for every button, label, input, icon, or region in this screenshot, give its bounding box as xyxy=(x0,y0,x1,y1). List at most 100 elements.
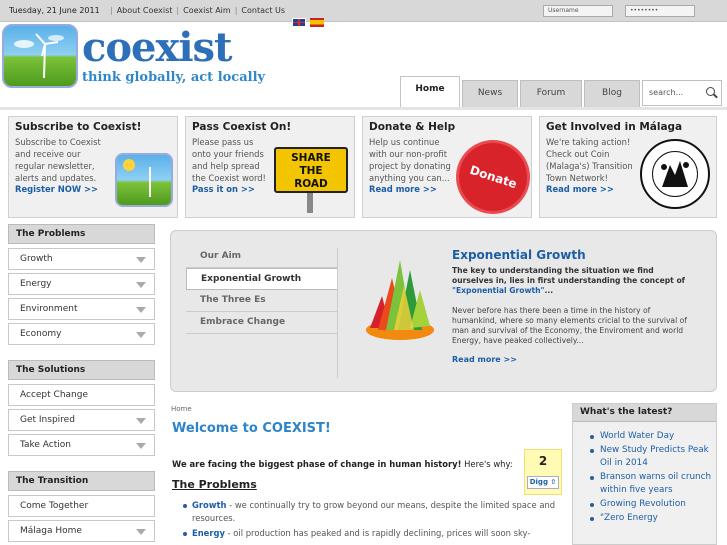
intro-rest: Here's why: xyxy=(461,459,513,469)
contact-link[interactable]: Contact Us xyxy=(241,6,285,15)
sidebar-item-label: Environment xyxy=(20,304,78,314)
sidebar-item-label: Accept Change xyxy=(20,390,88,400)
slider-tab-exponential-growth[interactable]: Exponential Growth xyxy=(186,268,338,290)
slider-tab-our-aim[interactable]: Our Aim xyxy=(186,246,338,268)
slider-tab-embrace-change[interactable]: Embrace Change xyxy=(186,312,338,334)
sidebar-item-growth[interactable]: Growth xyxy=(8,248,155,270)
top-links: | About Coexist | Coexist Aim | Contact Us xyxy=(110,6,286,15)
donate-badge-icon[interactable]: Donate xyxy=(459,143,527,211)
chevron-down-icon xyxy=(136,529,146,535)
slider-lead-ellipsis: ... xyxy=(544,286,554,295)
slider-lead: The key to understanding the situation w… xyxy=(452,266,694,296)
transition-town-seal-icon xyxy=(640,139,710,209)
chevron-down-icon xyxy=(136,282,146,288)
search-placeholder: search... xyxy=(649,88,684,97)
language-flags xyxy=(292,18,328,28)
promo-title: Pass Coexist On! xyxy=(192,121,292,133)
intro-text: We are facing the biggest phase of chang… xyxy=(172,459,513,469)
logo-wordmark[interactable]: coexist xyxy=(82,26,233,70)
search-input[interactable]: search... xyxy=(642,80,722,106)
english-flag-icon[interactable] xyxy=(292,18,306,27)
slider-body: Never before has there been a time in th… xyxy=(452,306,687,345)
problem-text: - oil production has peaked and is rapid… xyxy=(224,528,531,538)
username-input[interactable]: Username xyxy=(543,5,613,17)
sidebar-item-get-inspired[interactable]: Get Inspired xyxy=(8,409,155,431)
donate-read-more-link[interactable]: Read more >> xyxy=(369,184,437,194)
sidebar-item-label: Growth xyxy=(20,254,53,264)
sidebar-heading-problems: The Problems xyxy=(8,224,155,244)
spanish-flag-icon[interactable] xyxy=(310,18,324,27)
tagline: think globally, act locally xyxy=(82,70,266,85)
list-item: Energy - oil production has peaked and i… xyxy=(183,527,556,540)
chevron-down-icon xyxy=(136,443,146,449)
slider-title: Exponential Growth xyxy=(452,248,586,262)
pass-it-on-link[interactable]: Pass it on >> xyxy=(192,184,255,194)
about-link[interactable]: About Coexist xyxy=(117,6,173,15)
news-link[interactable]: New Study Predicts Peak Oil in 2014 xyxy=(590,444,716,470)
sidebar: The Problems Growth Energy Environment E… xyxy=(8,224,155,542)
sidebar-heading-solutions: The Solutions xyxy=(8,360,155,380)
digg-widget: 2 Digg ⇧ xyxy=(524,449,562,495)
promo-subscribe: Subscribe to Coexist! Subscribe to Coexi… xyxy=(8,116,178,218)
donate-badge-label: Donate xyxy=(467,162,519,192)
news-link[interactable]: Growing Revolution xyxy=(590,498,716,511)
sign-line: THE xyxy=(299,165,323,177)
promo-get-involved: Get Involved in Málaga We're taking acti… xyxy=(539,116,717,218)
slider-read-more-link[interactable]: Read more >> xyxy=(452,355,517,364)
logo-icon[interactable] xyxy=(2,24,78,88)
aim-link[interactable]: Coexist Aim xyxy=(183,6,231,15)
tab-blog[interactable]: Blog xyxy=(584,80,640,108)
problem-term-link[interactable]: Growth xyxy=(192,500,226,510)
current-date: Tuesday, 21 June 2011 xyxy=(9,6,100,15)
sign-line: SHARE xyxy=(291,152,331,164)
latest-news-panel: What's the latest? World Water Day New S… xyxy=(572,403,717,545)
slider-tab-three-es[interactable]: The Three Es xyxy=(186,290,338,312)
promo-title: Get Involved in Málaga xyxy=(546,121,683,133)
sidebar-item-malaga-home[interactable]: Málaga Home xyxy=(8,520,155,542)
promo-title: Donate & Help xyxy=(369,121,456,133)
share-road-sign-icon: SHARE THE ROAD xyxy=(274,147,348,193)
sidebar-item-come-together[interactable]: Come Together xyxy=(8,495,155,517)
problem-term-link[interactable]: Energy xyxy=(192,528,225,538)
sidebar-item-economy[interactable]: Economy xyxy=(8,323,155,345)
chevron-down-icon xyxy=(136,332,146,338)
header-divider xyxy=(0,107,727,110)
news-link[interactable]: World Water Day xyxy=(590,430,716,443)
exponential-growth-graphic-icon xyxy=(366,260,434,340)
coexist-badge-icon xyxy=(115,153,173,207)
promo-text: We're taking action! Check out Coin (Mal… xyxy=(546,137,633,183)
promo-title: Subscribe to Coexist! xyxy=(15,121,142,133)
chevron-down-icon xyxy=(136,307,146,313)
digg-label: Digg xyxy=(529,478,548,486)
tab-home[interactable]: Home xyxy=(400,76,460,110)
sidebar-item-label: Economy xyxy=(20,329,62,339)
exponential-growth-link[interactable]: "Exponential Growth" xyxy=(452,286,544,295)
news-link[interactable]: Branson warns oil crunch within five yea… xyxy=(590,471,716,497)
problems-list: Growth - we continually try to grow beyo… xyxy=(183,499,556,542)
promo-text: Help us continue with our non-profit pro… xyxy=(369,137,451,183)
sidebar-item-accept-change[interactable]: Accept Change xyxy=(8,384,155,406)
password-input[interactable]: •••••••• xyxy=(625,5,695,17)
sidebar-item-label: Get Inspired xyxy=(20,415,75,425)
digg-button[interactable]: Digg ⇧ xyxy=(527,476,559,489)
slider-lead-text: The key to understanding the situation w… xyxy=(452,266,685,285)
promo-donate: Donate & Help Help us continue with our … xyxy=(362,116,532,218)
tab-news[interactable]: News xyxy=(462,80,518,108)
page-title: Welcome to COEXIST! xyxy=(172,421,331,436)
sidebar-item-take-action[interactable]: Take Action xyxy=(8,434,155,456)
digg-count: 2 xyxy=(538,454,548,468)
involved-read-more-link[interactable]: Read more >> xyxy=(546,184,614,194)
register-link[interactable]: Register NOW >> xyxy=(15,184,98,194)
sidebar-item-energy[interactable]: Energy xyxy=(8,273,155,295)
sidebar-item-environment[interactable]: Environment xyxy=(8,298,155,320)
sidebar-item-label: Take Action xyxy=(20,440,71,450)
sidebar-item-label: Come Together xyxy=(20,501,89,511)
breadcrumb[interactable]: Home xyxy=(171,405,192,413)
problems-heading: The Problems xyxy=(172,478,257,491)
sidebar-item-label: Energy xyxy=(20,279,52,289)
news-link[interactable]: "Zero Energy xyxy=(590,512,716,525)
intro-bold: We are facing the biggest phase of chang… xyxy=(172,459,462,469)
sidebar-item-label: Málaga Home xyxy=(20,526,82,536)
search-icon[interactable] xyxy=(706,87,715,96)
tab-forum[interactable]: Forum xyxy=(520,80,582,108)
